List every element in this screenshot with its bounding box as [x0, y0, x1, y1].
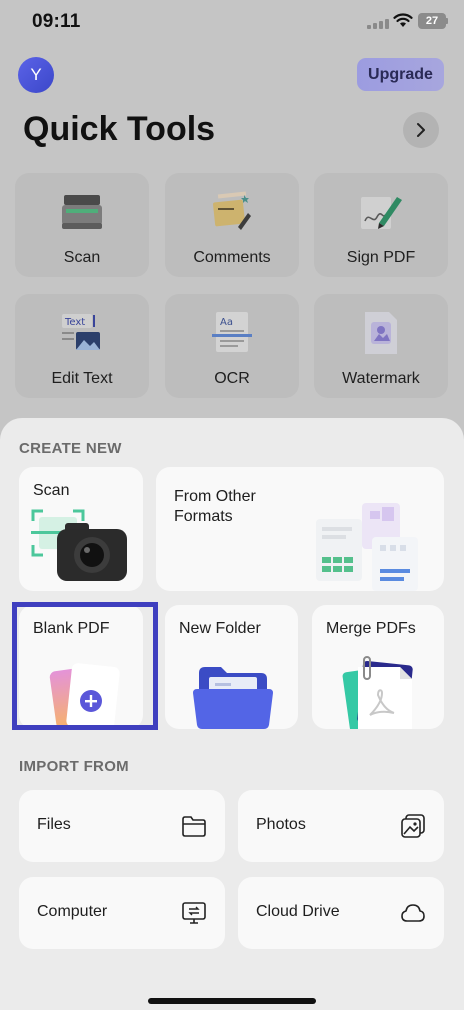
- import-files-card[interactable]: Files: [19, 790, 225, 862]
- card-label-line2: Formats: [174, 508, 233, 525]
- cloud-icon: [401, 904, 425, 922]
- blank-pdf-highlight: [12, 602, 158, 730]
- status-bar: 09:11 27: [0, 0, 464, 46]
- create-scan-card[interactable]: Scan: [19, 467, 143, 591]
- create-merge-pdfs-card[interactable]: Merge PDFs: [312, 605, 444, 729]
- tool-scan[interactable]: Scan: [15, 173, 149, 277]
- computer-transfer-icon: [182, 902, 206, 924]
- signature-pen-icon: [361, 197, 402, 229]
- import-computer-card[interactable]: Computer: [19, 877, 225, 949]
- create-new-heading: CREATE NEW: [19, 440, 122, 457]
- avatar[interactable]: Y: [18, 57, 54, 93]
- wifi-icon: [393, 13, 413, 27]
- import-cloud-drive-card[interactable]: Cloud Drive: [238, 877, 444, 949]
- page-title: Quick Tools: [23, 110, 216, 148]
- tool-ocr[interactable]: Aa OCR: [165, 294, 299, 398]
- status-time: 09:11: [32, 11, 81, 32]
- tool-edit-text[interactable]: Text Edit Text: [15, 294, 149, 398]
- folder-icon: [193, 667, 273, 729]
- tool-comments[interactable]: Comments: [165, 173, 299, 277]
- create-new-folder-card[interactable]: New Folder: [165, 605, 298, 729]
- tool-label: Comments: [193, 249, 271, 266]
- svg-text:Text: Text: [64, 317, 85, 328]
- tool-sign-pdf[interactable]: Sign PDF: [314, 173, 448, 277]
- tool-label: OCR: [214, 370, 250, 387]
- edit-text-icon: Text: [62, 314, 100, 350]
- card-label: Scan: [33, 482, 70, 499]
- import-photos-card[interactable]: Photos: [238, 790, 444, 862]
- camera-icon: [31, 509, 127, 581]
- tool-label: Scan: [63, 249, 101, 266]
- tool-label: Sign PDF: [346, 249, 416, 266]
- watermark-icon: [365, 312, 397, 354]
- battery-icon: 27: [418, 13, 446, 29]
- ocr-icon: Aa: [212, 312, 252, 352]
- chevron-right-icon: [417, 123, 425, 137]
- sticky-note-icon: [213, 191, 251, 230]
- import-from-heading: IMPORT FROM: [19, 758, 129, 775]
- card-label-line1: From Other: [174, 488, 256, 505]
- card-label: Merge PDFs: [326, 620, 416, 637]
- quick-tools-more-button[interactable]: [403, 112, 439, 148]
- scanner-icon: [62, 195, 102, 229]
- card-label: New Folder: [179, 620, 261, 637]
- documents-icon: [316, 503, 418, 591]
- card-label: From Other Formats: [174, 487, 256, 527]
- home-indicator: [148, 998, 316, 1004]
- tool-label: Watermark: [342, 370, 420, 387]
- upgrade-button[interactable]: Upgrade: [357, 58, 444, 91]
- import-label: Photos: [256, 816, 306, 833]
- import-label: Computer: [37, 903, 108, 920]
- tool-watermark[interactable]: Watermark: [314, 294, 448, 398]
- tool-label: Edit Text: [51, 370, 113, 387]
- import-label: Cloud Drive: [256, 903, 340, 920]
- photos-icon: [401, 814, 425, 838]
- svg-text:Aa: Aa: [220, 317, 233, 328]
- folder-outline-icon: [182, 816, 206, 837]
- battery-nub: [446, 18, 448, 24]
- import-label: Files: [37, 816, 71, 833]
- cellular-signal-icon: [367, 19, 389, 29]
- merge-pdf-icon: [342, 656, 413, 729]
- create-from-other-formats-card[interactable]: From Other Formats: [156, 467, 444, 591]
